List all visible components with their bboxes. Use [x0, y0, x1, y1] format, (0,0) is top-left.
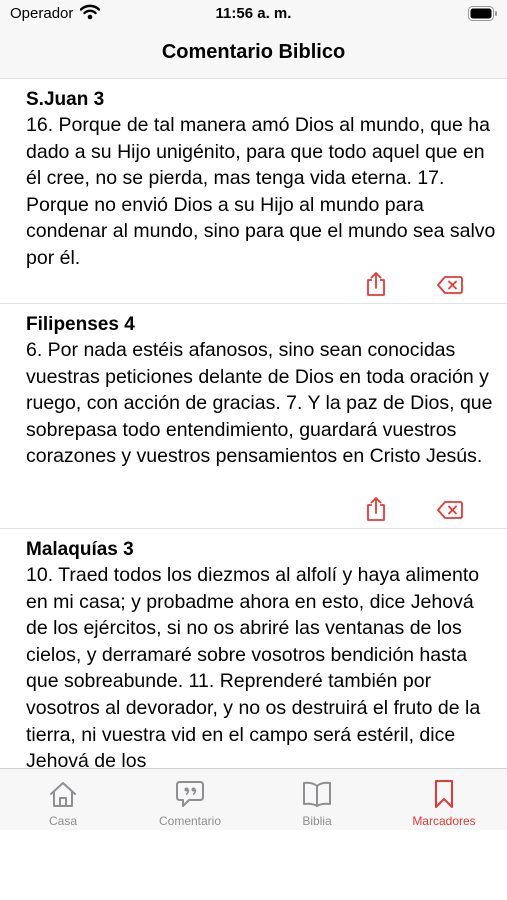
bookmark-reference: Filipenses 4: [26, 314, 135, 335]
bookmark-reference: S.Juan 3: [26, 89, 105, 110]
tab-label: Marcadores: [412, 814, 476, 828]
quote-bubble-icon: [176, 781, 204, 807]
delete-icon[interactable]: [437, 500, 463, 520]
battery-icon: [468, 6, 498, 26]
tab-comentario[interactable]: Comentario: [127, 769, 253, 830]
share-icon[interactable]: [365, 496, 387, 522]
page-title: Comentario Biblico: [161, 41, 346, 63]
tab-marcadores[interactable]: Marcadores: [381, 769, 507, 830]
tab-label: Comentario: [158, 814, 222, 828]
tab-label: Casa: [48, 814, 77, 828]
bookmark-icon: [435, 780, 453, 808]
navigation-bar: Comentario Biblico: [0, 28, 507, 79]
house-icon: [50, 782, 76, 807]
tab-casa[interactable]: Casa: [0, 769, 126, 830]
bookmark-verse-text: 16. Porque de tal manera amó Dios al mun…: [26, 114, 496, 269]
tab-bar: Casa Comentario Biblia Marcadores: [0, 768, 507, 830]
bookmark-verse-text: 6. Por nada estéis afanosos, sino sean c…: [26, 339, 493, 468]
bookmark-card: S.Juan 3 16. Porque de tal manera amó Di…: [0, 79, 507, 304]
bookmark-card: Filipenses 4 6. Por nada estéis afanosos…: [0, 304, 507, 529]
bookmark-list[interactable]: S.Juan 3 16. Porque de tal manera amó Di…: [0, 79, 507, 768]
share-icon[interactable]: [365, 271, 387, 297]
bookmark-reference: Malaquías 3: [26, 539, 134, 560]
delete-icon[interactable]: [437, 275, 463, 295]
status-time: 11:56 a. m.: [215, 5, 292, 22]
bookmark-verse-text: 10. Traed todos los diezmos al alfolí y …: [26, 564, 481, 768]
tab-biblia[interactable]: Biblia: [254, 769, 380, 830]
status-bar: Operador 11:56 a. m.: [0, 0, 507, 28]
tab-label: Biblia: [302, 814, 332, 828]
app-screen: Operador 11:56 a. m. Comentario Biblico …: [0, 0, 507, 830]
open-book-icon: [303, 781, 331, 807]
bookmark-card: Malaquías 3 10. Traed todos los diezmos …: [0, 529, 507, 768]
